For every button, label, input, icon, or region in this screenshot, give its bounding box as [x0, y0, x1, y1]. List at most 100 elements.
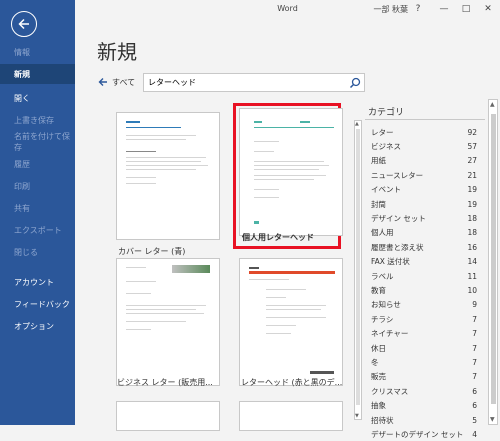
sidebar-item-feedback[interactable]: フィードバック: [0, 294, 75, 314]
category-count: 18: [467, 228, 477, 238]
scrollbar-thumb[interactable]: [491, 114, 496, 404]
back-all-arrow-icon[interactable]: [98, 77, 108, 89]
rule-line: [126, 127, 181, 128]
accent-bar: [126, 121, 140, 123]
category-item[interactable]: 冬7: [371, 355, 477, 369]
category-name: クリスマス: [371, 386, 409, 396]
category-count: 7: [472, 343, 477, 353]
category-item[interactable]: デザートのデザイン セット 4: [371, 427, 477, 441]
category-count: 18: [467, 213, 477, 223]
scroll-up-icon[interactable]: ▲: [355, 121, 359, 127]
category-name: 販売: [371, 372, 386, 382]
category-item[interactable]: ビジネス 57: [371, 139, 477, 153]
category-title: カテゴリ: [368, 108, 405, 118]
category-item[interactable]: チラシ 7: [371, 312, 477, 326]
template-thumbnail[interactable]: [116, 112, 220, 240]
category-count: 19: [467, 185, 477, 195]
sidebar-item-save-as[interactable]: 名前を付けて保存: [0, 132, 75, 152]
category-item[interactable]: FAX 送付状 14: [371, 255, 477, 269]
category-item[interactable]: 販売 7: [371, 370, 477, 384]
category-name: 用紙: [371, 156, 386, 166]
template-label[interactable]: 個人用レターヘッド: [242, 232, 314, 243]
category-item[interactable]: クリスマス 6: [371, 384, 477, 398]
category-item[interactable]: ニュースレター 21: [371, 168, 477, 182]
category-count: 16: [467, 242, 477, 252]
category-count: 27: [467, 156, 477, 166]
main-scrollbar[interactable]: ▲ ▼: [488, 99, 498, 425]
category-item[interactable]: 用紙 27: [371, 154, 477, 168]
scrollbar-thumb[interactable]: [356, 129, 360, 405]
close-button[interactable]: ✕: [481, 2, 495, 16]
sidebar-item-info[interactable]: 情報: [0, 42, 75, 62]
sidebar-item-share[interactable]: 共有: [0, 198, 75, 218]
category-item[interactable]: 休日 7: [371, 341, 477, 355]
category-count: 5: [472, 415, 477, 425]
category-name: 履歴書と添え状: [371, 242, 424, 252]
category-item[interactable]: 教育 10: [371, 283, 477, 297]
sidebar-item-options[interactable]: オプション: [0, 316, 75, 336]
category-item[interactable]: ラベル 11: [371, 269, 477, 283]
sidebar-item-save[interactable]: 上書き保存: [0, 110, 75, 130]
user-name[interactable]: 一部 秋葉: [373, 4, 408, 15]
category-item[interactable]: 個人用 18: [371, 226, 477, 240]
category-scrollbar[interactable]: ▲ ▼: [354, 120, 362, 420]
scroll-up-icon[interactable]: ▲: [490, 101, 495, 108]
template-label[interactable]: レターヘッド (赤と黒のデ...: [241, 377, 342, 388]
maximize-button[interactable]: □: [459, 2, 473, 16]
category-item[interactable]: 封筒 19: [371, 197, 477, 211]
category-name: 封筒: [371, 199, 386, 209]
category-name: ニュースレター: [371, 170, 424, 180]
page-title: 新規: [97, 40, 137, 64]
search-input[interactable]: [144, 74, 344, 91]
category-count: 7: [472, 372, 477, 382]
template-thumbnail[interactable]: [239, 108, 343, 236]
category-item[interactable]: レター 92: [371, 125, 477, 139]
category-panel: カテゴリ レター 92 ビジネス 57 用紙 27 ニュースレター 21 イベント 19 封筒 19 デ…: [365, 99, 485, 439]
category-name: お知らせ: [371, 300, 401, 310]
category-name: 個人用: [371, 228, 394, 238]
sidebar-item-open[interactable]: 開く: [0, 88, 75, 108]
category-count: 7: [472, 357, 477, 367]
category-item[interactable]: イベント 19: [371, 183, 477, 197]
category-item[interactable]: デザイン セット 18: [371, 211, 477, 225]
category-name: 教育: [371, 285, 386, 295]
template-thumbnail[interactable]: [239, 258, 343, 386]
back-arrow-icon[interactable]: [11, 11, 37, 37]
search-field[interactable]: [143, 73, 365, 92]
template-thumbnail[interactable]: [116, 258, 220, 386]
category-item[interactable]: 履歴書と添え状 16: [371, 240, 477, 254]
category-item[interactable]: お知らせ 9: [371, 298, 477, 312]
sidebar-item-new[interactable]: 新規: [0, 64, 75, 84]
template-label[interactable]: ビジネス レター (販売用...: [117, 377, 213, 388]
category-item[interactable]: ネイチャー 7: [371, 327, 477, 341]
backstage-sidebar: 情報 新規 開く 上書き保存 名前を付けて保存 履歴 印刷 共有 エクスポート …: [0, 0, 75, 425]
category-item[interactable]: 抽象 6: [371, 399, 477, 413]
category-name: レター: [371, 127, 394, 137]
category-name: ラベル: [371, 271, 394, 281]
category-count: 6: [472, 386, 477, 396]
template-label[interactable]: カバー レター (青): [118, 246, 185, 257]
sidebar-item-account[interactable]: アカウント: [0, 272, 75, 292]
category-count: 7: [472, 314, 477, 324]
category-name: 抽象: [371, 401, 386, 411]
category-name: イベント: [371, 185, 401, 195]
scroll-down-icon[interactable]: ▼: [490, 416, 495, 423]
minimize-button[interactable]: —: [437, 2, 451, 16]
template-thumbnail[interactable]: [116, 401, 220, 431]
sidebar-item-history[interactable]: 履歴: [0, 154, 75, 174]
category-count: 21: [467, 170, 477, 180]
category-count: 57: [467, 141, 477, 151]
category-name: 招待状: [371, 415, 394, 425]
sidebar-item-print[interactable]: 印刷: [0, 176, 75, 196]
scroll-down-icon[interactable]: ▼: [355, 413, 359, 419]
category-name: 休日: [371, 343, 386, 353]
category-name: ネイチャー: [371, 329, 409, 339]
category-name: ビジネス: [371, 141, 401, 151]
category-count: 7: [472, 329, 477, 339]
search-icon[interactable]: [349, 77, 361, 91]
help-button[interactable]: ?: [411, 2, 425, 16]
sidebar-item-close[interactable]: 閉じる: [0, 242, 75, 262]
all-templates-link[interactable]: すべて: [112, 77, 135, 88]
template-thumbnail[interactable]: [239, 401, 343, 431]
sidebar-item-export[interactable]: エクスポート: [0, 220, 75, 240]
